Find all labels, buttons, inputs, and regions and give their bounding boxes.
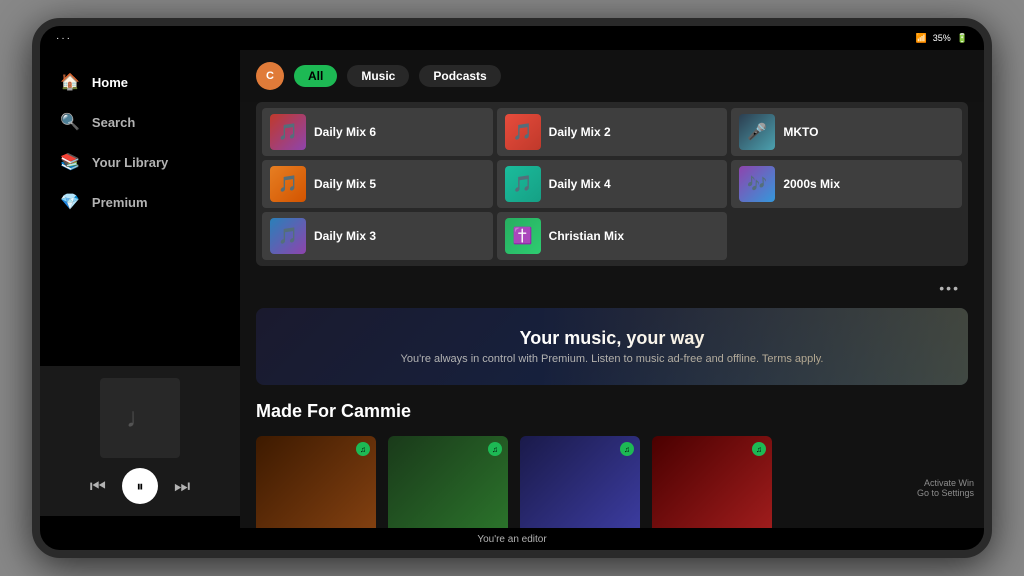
- filter-music-button[interactable]: Music: [347, 65, 409, 87]
- activate-line2: Go to Settings: [917, 488, 974, 498]
- wifi-icon: 📶: [916, 33, 927, 44]
- player-controls: ⏮ ⏸ ⏭: [90, 468, 190, 504]
- battery-indicator: 35%: [933, 33, 951, 43]
- sidebar-premium-label: Premium: [92, 195, 148, 210]
- status-dots: ···: [56, 33, 72, 44]
- sidebar-item-premium[interactable]: 💎 Premium: [40, 182, 240, 222]
- tablet-frame: ··· 📶 35% 🔋 🏠 Home 🔍 Search 📚 Your Libra…: [32, 18, 992, 558]
- sidebar-home-label: Home: [92, 75, 128, 90]
- discover-weekly-image: ♫ Discover Weekly: [520, 436, 640, 528]
- sidebar-item-library[interactable]: 📚 Your Library: [40, 142, 240, 182]
- christian-mix-label: Christian Mix: [549, 229, 624, 243]
- spotify-logo-icon-4: ♫: [752, 442, 766, 456]
- daily-mix-6-thumb: 🎵: [270, 114, 306, 150]
- premium-icon: 💎: [60, 192, 80, 212]
- battery-icon: 🔋: [957, 33, 968, 44]
- sidebar: 🏠 Home 🔍 Search 📚 Your Library 💎 Premium…: [40, 50, 240, 528]
- daily-mix-4-thumb: 🎵: [505, 166, 541, 202]
- daily-mix-5-label: Daily Mix 5: [314, 177, 376, 191]
- menu-item-daily-mix-3[interactable]: 🎵 Daily Mix 3: [262, 212, 493, 260]
- menu-item-christian-mix[interactable]: ✝️ Christian Mix: [497, 212, 728, 260]
- daily-mix-2-label: Daily Mix 2: [549, 125, 611, 139]
- filter-podcasts-button[interactable]: Podcasts: [419, 65, 500, 87]
- card-daily-mix-3[interactable]: ♫ Daily Mix 3 Daily Mix 3 Post Malone, N…: [388, 436, 508, 528]
- more-options-button[interactable]: •••: [931, 276, 968, 300]
- player-area: ♩ ⏮ ⏸ ⏭: [40, 366, 240, 516]
- daily-mix-1-image: ♫ Daily Mix 1: [256, 436, 376, 528]
- search-icon: 🔍: [60, 112, 80, 132]
- release-radar-image: ♫ Release Radar: [652, 436, 772, 528]
- activate-windows-notice: Activate Win Go to Settings: [917, 478, 974, 498]
- library-icon: 📚: [60, 152, 80, 172]
- 2000s-mix-thumb: 🎶: [739, 166, 775, 202]
- card-discover-weekly[interactable]: ♫ Discover Weekly Discover Weekly Your w…: [520, 436, 640, 528]
- sidebar-library-label: Your Library: [92, 155, 168, 170]
- daily-mix-3-label: Daily Mix 3: [314, 229, 376, 243]
- pause-button[interactable]: ⏸: [122, 468, 158, 504]
- status-bar: ··· 📶 35% 🔋: [40, 26, 984, 50]
- menu-item-daily-mix-5[interactable]: 🎵 Daily Mix 5: [262, 160, 493, 208]
- avatar[interactable]: C: [256, 62, 284, 90]
- menu-item-daily-mix-6[interactable]: 🎵 Daily Mix 6: [262, 108, 493, 156]
- spotify-logo-icon: ♫: [356, 442, 370, 456]
- sidebar-item-search[interactable]: 🔍 Search: [40, 102, 240, 142]
- top-nav: C All Music Podcasts: [240, 50, 984, 102]
- activate-line1: Activate Win: [917, 478, 974, 488]
- christian-mix-thumb: ✝️: [505, 218, 541, 254]
- promo-subtitle: You're always in control with Premium. L…: [276, 353, 948, 365]
- promo-title: Your music, your way: [276, 328, 948, 349]
- sidebar-search-label: Search: [92, 115, 135, 130]
- promo-banner: Your music, your way You're always in co…: [256, 308, 968, 385]
- card-release-radar[interactable]: ♫ Release Radar Release Radar Catch all …: [652, 436, 772, 528]
- section-title: Made For Cammie: [256, 401, 968, 422]
- daily-mix-3-thumb: 🎵: [270, 218, 306, 254]
- daily-mix-3-image: ♫ Daily Mix 3: [388, 436, 508, 528]
- mkto-label: MKTO: [783, 125, 818, 139]
- sidebar-item-home[interactable]: 🏠 Home: [40, 62, 240, 102]
- cards-row: ♫ Daily Mix 1 Daily Mix 1 MKTO, The Scor…: [256, 436, 968, 528]
- 2000s-mix-label: 2000s Mix: [783, 177, 840, 191]
- spotify-logo-icon-2: ♫: [488, 442, 502, 456]
- mkto-thumb: 🎤: [739, 114, 775, 150]
- player-album-art: ♩: [100, 378, 180, 458]
- editor-label: You're an editor: [477, 534, 546, 545]
- prev-button[interactable]: ⏮: [90, 476, 106, 497]
- home-icon: 🏠: [60, 72, 80, 92]
- filter-all-button[interactable]: All: [294, 65, 337, 87]
- daily-mix-4-label: Daily Mix 4: [549, 177, 611, 191]
- daily-mix-5-thumb: 🎵: [270, 166, 306, 202]
- menu-item-2000s-mix[interactable]: 🎶 2000s Mix: [731, 160, 962, 208]
- card-daily-mix-1[interactable]: ♫ Daily Mix 1 Daily Mix 1 MKTO, The Scor…: [256, 436, 376, 528]
- menu-item-daily-mix-2[interactable]: 🎵 Daily Mix 2: [497, 108, 728, 156]
- daily-mix-2-thumb: 🎵: [505, 114, 541, 150]
- next-button[interactable]: ⏭: [174, 476, 190, 497]
- daily-mix-6-label: Daily Mix 6: [314, 125, 376, 139]
- spotify-logo-icon-3: ♫: [620, 442, 634, 456]
- content-area[interactable]: C All Music Podcasts 🎵 Daily Mix 6 🎵: [240, 50, 984, 528]
- menu-item-daily-mix-4[interactable]: 🎵 Daily Mix 4: [497, 160, 728, 208]
- music-note-icon: ♩: [126, 402, 154, 434]
- made-for-section: Made For Cammie ♫ Daily Mix 1 Daily Mix …: [240, 401, 984, 528]
- bottom-bar: You're an editor: [40, 528, 984, 550]
- quick-picks-menu: 🎵 Daily Mix 6 🎵 Daily Mix 2 🎤 MKTO: [256, 102, 968, 266]
- menu-item-mkto[interactable]: 🎤 MKTO: [731, 108, 962, 156]
